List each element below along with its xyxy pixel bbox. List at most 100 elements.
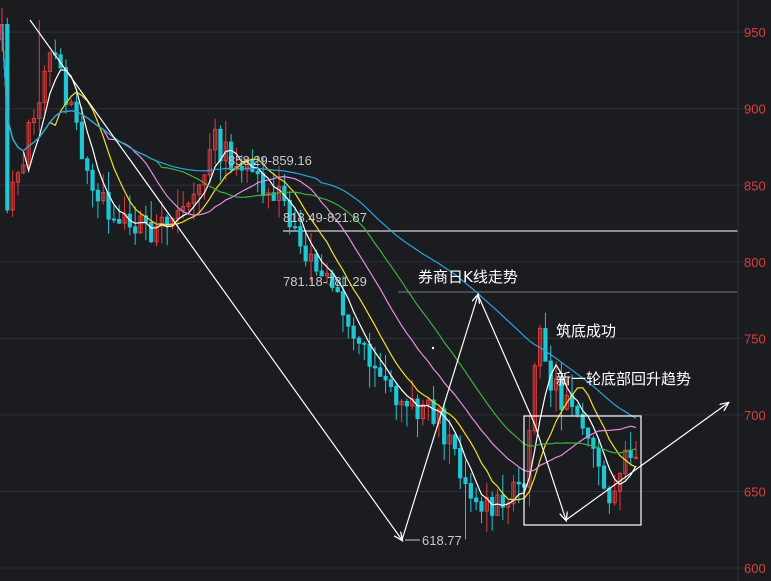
candle (452, 433, 457, 456)
dot-marker (431, 346, 435, 350)
candle-body (601, 465, 607, 489)
candle-body (260, 173, 266, 196)
candle (538, 324, 543, 379)
candle (431, 386, 436, 427)
y-tick-label: 700 (744, 408, 766, 423)
price-level-label: 858.29-859.16 (228, 153, 312, 168)
candle (213, 118, 218, 165)
candle (601, 460, 607, 490)
candle-body (255, 170, 260, 175)
candle-body (596, 447, 601, 467)
candle-body (314, 253, 319, 272)
candle (90, 163, 95, 208)
candle-body (415, 398, 420, 420)
candle (495, 489, 500, 516)
candle-body (218, 128, 223, 162)
candle (356, 335, 362, 355)
candle (378, 352, 383, 377)
candle-body (95, 189, 100, 202)
candle (351, 317, 356, 351)
ma20-line (1, 24, 637, 473)
candle-body (468, 483, 473, 499)
candle-body (340, 291, 346, 316)
candle (404, 398, 410, 427)
pullback-line (534, 424, 566, 520)
candle-body (490, 496, 495, 516)
candle-body (383, 375, 388, 381)
y-tick-label: 850 (744, 178, 766, 193)
candle (543, 312, 548, 362)
candle-body (575, 405, 580, 415)
y-tick-label: 750 (744, 331, 766, 346)
candle (95, 183, 100, 219)
candle (58, 48, 63, 69)
candle (591, 435, 596, 468)
candle (490, 491, 495, 531)
y-tick-label: 900 (744, 102, 766, 117)
candle (394, 382, 399, 420)
candle (10, 170, 15, 217)
candle (85, 156, 90, 185)
candle (266, 187, 271, 209)
candle-body (367, 343, 372, 367)
candle-body (442, 408, 447, 445)
candle (617, 471, 623, 510)
candle-body (479, 501, 484, 512)
candle-body (372, 365, 378, 369)
candle-body (362, 342, 367, 345)
candle-body (452, 434, 457, 450)
candle (516, 467, 521, 504)
candle-body (356, 337, 362, 344)
candle (506, 498, 511, 525)
candle (202, 174, 207, 200)
candle-body (303, 245, 308, 262)
candle (415, 394, 420, 438)
candle (468, 473, 473, 512)
candle (628, 431, 633, 466)
candle (15, 170, 21, 196)
candle (484, 483, 489, 532)
y-tick-label: 600 (744, 561, 766, 576)
candle-body (516, 481, 521, 485)
candle (117, 204, 122, 224)
candle (596, 439, 601, 486)
candle (106, 171, 111, 234)
candle-body (117, 219, 122, 224)
candle-body (458, 448, 463, 479)
candle (159, 201, 164, 244)
annotation-text: 新一轮底部回升趋势 (556, 370, 691, 388)
candle (218, 125, 223, 181)
candle-body (628, 449, 633, 458)
candle-body (111, 218, 116, 221)
candle (511, 475, 516, 512)
candle-body (298, 226, 303, 247)
candle (346, 314, 351, 339)
candle (165, 214, 170, 246)
candle (282, 174, 287, 207)
candle (500, 474, 505, 521)
price-level-label: 781.18-781.29 (283, 274, 367, 289)
candle-body (292, 226, 298, 229)
candle-body (543, 327, 548, 362)
pullback-line (477, 294, 536, 426)
candle (186, 201, 191, 211)
ma5-line (1, 24, 637, 506)
candle (399, 398, 404, 422)
candle (447, 419, 452, 465)
candle (42, 65, 47, 113)
candle-body (607, 487, 612, 504)
annotation-text: 券商日K线走势 (418, 268, 518, 286)
candle (47, 50, 53, 87)
moving-averages (1, 24, 637, 506)
candle-body (133, 226, 138, 234)
candle (383, 354, 388, 394)
rebound-line (401, 295, 478, 541)
y-tick-label: 650 (744, 484, 766, 499)
candle (474, 487, 479, 511)
candlestick-chart: 858.29-859.16 818.49-821.87 781.18-781.29 6… (0, 0, 766, 581)
candle-body (79, 121, 85, 160)
grid-layer (0, 31, 738, 569)
candle (154, 214, 159, 247)
low-price-label: 618.77 (422, 533, 462, 548)
candle (479, 496, 484, 524)
